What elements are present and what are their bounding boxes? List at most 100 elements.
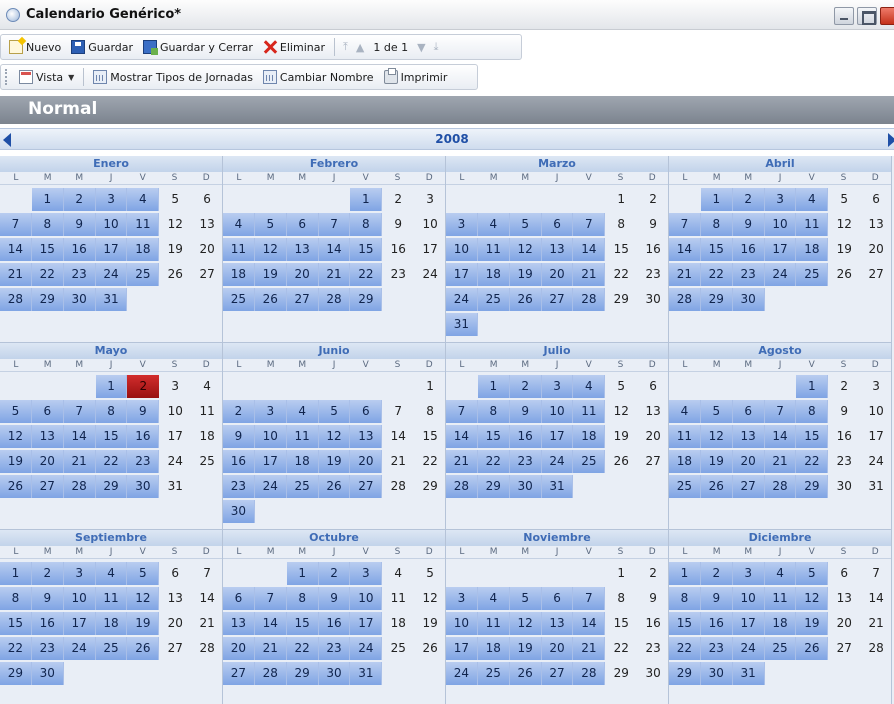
day-cell[interactable]: 25 [796,263,829,286]
day-cell[interactable]: 10 [350,587,383,610]
day-cell[interactable]: 8 [605,587,637,610]
day-cell[interactable]: 3 [860,375,892,398]
day-cell[interactable]: 9 [31,587,64,610]
day-cell[interactable]: 23 [127,450,160,473]
day-cell[interactable]: 28 [63,475,96,498]
day-cell[interactable]: 23 [700,637,733,660]
day-cell[interactable]: 4 [286,400,319,423]
day-cell[interactable]: 5 [509,587,542,610]
day-cell[interactable]: 28 [191,637,223,660]
day-cell[interactable]: 27 [31,475,64,498]
day-cell[interactable]: 7 [382,400,414,423]
day-cell[interactable]: 2 [732,188,765,211]
day-cell[interactable]: 5 [0,400,32,423]
day-cell[interactable]: 15 [477,425,510,448]
day-cell[interactable]: 22 [605,263,637,286]
day-cell[interactable]: 4 [669,400,701,423]
day-cell[interactable]: 5 [127,562,160,585]
day-cell[interactable]: 20 [31,450,64,473]
print-button[interactable]: Imprimir [380,68,452,86]
day-cell[interactable]: 13 [191,213,223,236]
day-cell[interactable]: 23 [637,263,669,286]
day-cell[interactable]: 8 [700,213,733,236]
day-cell[interactable]: 20 [223,637,255,660]
day-cell[interactable]: 28 [318,288,351,311]
day-cell[interactable]: 4 [95,562,128,585]
day-cell[interactable]: 23 [732,263,765,286]
day-cell[interactable]: 14 [191,587,223,610]
new-button[interactable]: Nuevo [5,38,65,56]
day-cell[interactable]: 18 [796,238,829,261]
day-cell[interactable]: 3 [63,562,96,585]
day-cell[interactable]: 9 [509,400,542,423]
day-cell[interactable]: 19 [318,450,351,473]
day-cell[interactable]: 17 [350,612,383,635]
day-cell[interactable]: 22 [0,637,32,660]
day-cell[interactable]: 13 [541,238,574,261]
day-cell[interactable]: 13 [732,425,765,448]
day-cell[interactable]: 21 [573,263,606,286]
day-cell[interactable]: 8 [796,400,829,423]
day-cell[interactable]: 21 [63,450,96,473]
day-cell[interactable]: 11 [477,612,510,635]
day-cell[interactable]: 1 [605,188,637,211]
day-cell[interactable]: 1 [0,562,32,585]
day-cell[interactable]: 18 [223,263,255,286]
day-cell[interactable]: 25 [477,288,510,311]
day-cell[interactable]: 13 [637,400,669,423]
day-cell[interactable]: 23 [63,263,96,286]
day-cell[interactable]: 21 [764,450,797,473]
day-cell[interactable]: 18 [477,263,510,286]
day-cell[interactable]: 15 [350,238,383,261]
day-cell[interactable]: 24 [63,637,96,660]
day-cell[interactable]: 20 [828,612,860,635]
day-cell[interactable]: 2 [509,375,542,398]
day-cell[interactable]: 8 [605,213,637,236]
day-cell[interactable]: 1 [796,375,829,398]
day-cell[interactable]: 27 [159,637,191,660]
day-cell[interactable]: 26 [796,637,829,660]
day-cell[interactable]: 17 [159,425,191,448]
day-cell[interactable]: 30 [700,662,733,685]
day-cell[interactable]: 5 [509,213,542,236]
day-cell[interactable]: 3 [446,213,478,236]
day-cell[interactable]: 8 [95,400,128,423]
day-cell[interactable]: 5 [254,213,287,236]
day-cell[interactable]: 21 [669,263,701,286]
day-cell[interactable]: 22 [414,450,446,473]
day-cell[interactable]: 24 [860,450,892,473]
day-cell[interactable]: 8 [414,400,446,423]
view-dropdown-button[interactable]: Vista ▼ [15,68,78,86]
day-cell[interactable]: 25 [382,637,414,660]
day-cell[interactable]: 21 [0,263,32,286]
day-cell[interactable]: 15 [605,238,637,261]
day-cell[interactable]: 9 [223,425,255,448]
day-cell[interactable]: 19 [0,450,32,473]
day-cell[interactable]: 12 [414,587,446,610]
day-cell[interactable]: 12 [254,238,287,261]
day-cell[interactable]: 9 [127,400,160,423]
day-cell[interactable]: 3 [764,188,797,211]
day-cell[interactable]: 10 [446,612,478,635]
day-cell[interactable]: 13 [350,425,383,448]
day-cell[interactable]: 28 [764,475,797,498]
day-cell[interactable]: 26 [509,288,542,311]
day-cell[interactable]: 9 [382,213,414,236]
day-cell[interactable]: 20 [159,612,191,635]
day-cell[interactable]: 6 [350,400,383,423]
day-cell[interactable]: 7 [318,213,351,236]
day-cell[interactable]: 4 [796,188,829,211]
day-cell[interactable]: 15 [95,425,128,448]
day-cell[interactable]: 15 [286,612,319,635]
day-cell[interactable]: 19 [159,238,191,261]
day-cell[interactable]: 18 [286,450,319,473]
day-cell[interactable]: 30 [509,475,542,498]
day-cell[interactable]: 2 [318,562,351,585]
day-cell[interactable]: 26 [127,637,160,660]
day-cell[interactable]: 27 [286,288,319,311]
day-cell[interactable]: 17 [254,450,287,473]
day-cell[interactable]: 14 [382,425,414,448]
day-cell[interactable]: 20 [541,637,574,660]
day-cell[interactable]: 2 [382,188,414,211]
day-cell[interactable]: 8 [31,213,64,236]
